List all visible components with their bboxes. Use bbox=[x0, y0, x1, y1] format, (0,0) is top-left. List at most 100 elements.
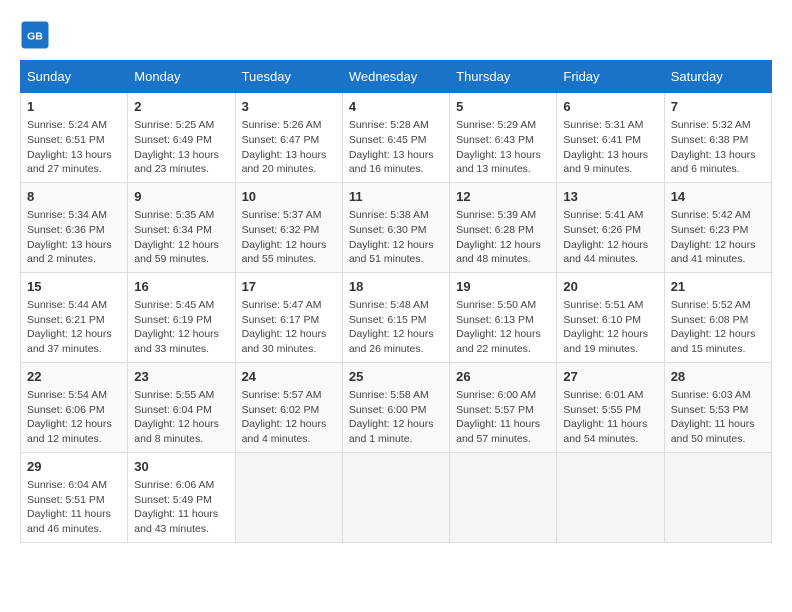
day-number: 8 bbox=[27, 188, 121, 206]
day-number: 27 bbox=[563, 368, 657, 386]
calendar-cell: 11 Sunrise: 5:38 AM Sunset: 6:30 PM Dayli… bbox=[342, 182, 449, 272]
day-number: 5 bbox=[456, 98, 550, 116]
day-number: 16 bbox=[134, 278, 228, 296]
calendar-week-4: 22 Sunrise: 5:54 AM Sunset: 6:06 PM Dayli… bbox=[21, 362, 772, 452]
calendar-week-2: 8 Sunrise: 5:34 AM Sunset: 6:36 PM Daylig… bbox=[21, 182, 772, 272]
day-number: 24 bbox=[242, 368, 336, 386]
logo: GB bbox=[20, 20, 54, 50]
day-info: Sunrise: 5:47 AM Sunset: 6:17 PM Dayligh… bbox=[242, 298, 336, 357]
day-number: 28 bbox=[671, 368, 765, 386]
calendar-week-5: 29Sunrise: 6:04 AM Sunset: 5:51 PM Dayli… bbox=[21, 452, 772, 542]
calendar-cell: 25 Sunrise: 5:58 AM Sunset: 6:00 PM Dayli… bbox=[342, 362, 449, 452]
day-info: Sunrise: 5:42 AM Sunset: 6:23 PM Dayligh… bbox=[671, 208, 765, 267]
calendar-cell: 5 Sunrise: 5:29 AM Sunset: 6:43 PM Daylig… bbox=[450, 93, 557, 183]
day-number: 23 bbox=[134, 368, 228, 386]
day-number: 3 bbox=[242, 98, 336, 116]
header-monday: Monday bbox=[128, 61, 235, 93]
calendar-week-3: 15 Sunrise: 5:44 AM Sunset: 6:21 PM Dayli… bbox=[21, 272, 772, 362]
calendar-cell: 22 Sunrise: 5:54 AM Sunset: 6:06 PM Dayli… bbox=[21, 362, 128, 452]
day-info: Sunrise: 5:37 AM Sunset: 6:32 PM Dayligh… bbox=[242, 208, 336, 267]
day-info: Sunrise: 5:32 AM Sunset: 6:38 PM Dayligh… bbox=[671, 118, 765, 177]
page-header: GB bbox=[20, 20, 772, 50]
day-number: 6 bbox=[563, 98, 657, 116]
day-number: 7 bbox=[671, 98, 765, 116]
svg-text:GB: GB bbox=[27, 31, 43, 43]
calendar-table: SundayMondayTuesdayWednesdayThursdayFrid… bbox=[20, 60, 772, 543]
day-info: Sunrise: 5:48 AM Sunset: 6:15 PM Dayligh… bbox=[349, 298, 443, 357]
day-info: Sunrise: 6:01 AM Sunset: 5:55 PM Dayligh… bbox=[563, 388, 657, 447]
day-number: 18 bbox=[349, 278, 443, 296]
day-info: Sunrise: 5:44 AM Sunset: 6:21 PM Dayligh… bbox=[27, 298, 121, 357]
day-number: 12 bbox=[456, 188, 550, 206]
day-number: 2 bbox=[134, 98, 228, 116]
calendar-cell: 28Sunrise: 6:03 AM Sunset: 5:53 PM Dayli… bbox=[664, 362, 771, 452]
calendar-header-row: SundayMondayTuesdayWednesdayThursdayFrid… bbox=[21, 61, 772, 93]
calendar-cell: 14 Sunrise: 5:42 AM Sunset: 6:23 PM Dayli… bbox=[664, 182, 771, 272]
calendar-cell: 15 Sunrise: 5:44 AM Sunset: 6:21 PM Dayli… bbox=[21, 272, 128, 362]
calendar-cell: 4 Sunrise: 5:28 AM Sunset: 6:45 PM Daylig… bbox=[342, 93, 449, 183]
calendar-cell: 24Sunrise: 5:57 AM Sunset: 6:02 PM Dayli… bbox=[235, 362, 342, 452]
day-info: Sunrise: 5:54 AM Sunset: 6:06 PM Dayligh… bbox=[27, 388, 121, 447]
calendar-cell: 27 Sunrise: 6:01 AM Sunset: 5:55 PM Dayli… bbox=[557, 362, 664, 452]
calendar-cell: 9 Sunrise: 5:35 AM Sunset: 6:34 PM Daylig… bbox=[128, 182, 235, 272]
day-info: Sunrise: 5:41 AM Sunset: 6:26 PM Dayligh… bbox=[563, 208, 657, 267]
calendar-cell: 17 Sunrise: 5:47 AM Sunset: 6:17 PM Dayli… bbox=[235, 272, 342, 362]
calendar-cell: 23 Sunrise: 5:55 AM Sunset: 6:04 PM Dayli… bbox=[128, 362, 235, 452]
logo-icon: GB bbox=[20, 20, 50, 50]
calendar-cell bbox=[557, 452, 664, 542]
calendar-cell: 3Sunrise: 5:26 AM Sunset: 6:47 PM Daylig… bbox=[235, 93, 342, 183]
day-info: Sunrise: 5:35 AM Sunset: 6:34 PM Dayligh… bbox=[134, 208, 228, 267]
day-info: Sunrise: 5:39 AM Sunset: 6:28 PM Dayligh… bbox=[456, 208, 550, 267]
header-friday: Friday bbox=[557, 61, 664, 93]
calendar-week-1: 1 Sunrise: 5:24 AM Sunset: 6:51 PM Daylig… bbox=[21, 93, 772, 183]
calendar-cell: 6 Sunrise: 5:31 AM Sunset: 6:41 PM Daylig… bbox=[557, 93, 664, 183]
day-info: Sunrise: 5:25 AM Sunset: 6:49 PM Dayligh… bbox=[134, 118, 228, 177]
day-number: 4 bbox=[349, 98, 443, 116]
day-number: 20 bbox=[563, 278, 657, 296]
calendar-cell: 16 Sunrise: 5:45 AM Sunset: 6:19 PM Dayli… bbox=[128, 272, 235, 362]
day-number: 10 bbox=[242, 188, 336, 206]
day-info: Sunrise: 5:29 AM Sunset: 6:43 PM Dayligh… bbox=[456, 118, 550, 177]
header-thursday: Thursday bbox=[450, 61, 557, 93]
header-sunday: Sunday bbox=[21, 61, 128, 93]
day-number: 22 bbox=[27, 368, 121, 386]
day-number: 1 bbox=[27, 98, 121, 116]
day-info: Sunrise: 5:28 AM Sunset: 6:45 PM Dayligh… bbox=[349, 118, 443, 177]
day-number: 13 bbox=[563, 188, 657, 206]
calendar-cell: 1 Sunrise: 5:24 AM Sunset: 6:51 PM Daylig… bbox=[21, 93, 128, 183]
day-number: 9 bbox=[134, 188, 228, 206]
day-number: 15 bbox=[27, 278, 121, 296]
day-number: 21 bbox=[671, 278, 765, 296]
calendar-cell bbox=[450, 452, 557, 542]
day-number: 19 bbox=[456, 278, 550, 296]
calendar-cell: 26 Sunrise: 6:00 AM Sunset: 5:57 PM Dayli… bbox=[450, 362, 557, 452]
header-saturday: Saturday bbox=[664, 61, 771, 93]
day-number: 25 bbox=[349, 368, 443, 386]
header-tuesday: Tuesday bbox=[235, 61, 342, 93]
day-info: Sunrise: 5:52 AM Sunset: 6:08 PM Dayligh… bbox=[671, 298, 765, 357]
day-info: Sunrise: 5:24 AM Sunset: 6:51 PM Dayligh… bbox=[27, 118, 121, 177]
day-number: 14 bbox=[671, 188, 765, 206]
day-info: Sunrise: 5:55 AM Sunset: 6:04 PM Dayligh… bbox=[134, 388, 228, 447]
day-number: 11 bbox=[349, 188, 443, 206]
day-info: Sunrise: 5:50 AM Sunset: 6:13 PM Dayligh… bbox=[456, 298, 550, 357]
calendar-cell: 13 Sunrise: 5:41 AM Sunset: 6:26 PM Dayli… bbox=[557, 182, 664, 272]
calendar-cell: 10 Sunrise: 5:37 AM Sunset: 6:32 PM Dayli… bbox=[235, 182, 342, 272]
calendar-cell: 30Sunrise: 6:06 AM Sunset: 5:49 PM Dayli… bbox=[128, 452, 235, 542]
day-info: Sunrise: 6:04 AM Sunset: 5:51 PM Dayligh… bbox=[27, 478, 121, 537]
day-number: 17 bbox=[242, 278, 336, 296]
calendar-cell: 8 Sunrise: 5:34 AM Sunset: 6:36 PM Daylig… bbox=[21, 182, 128, 272]
calendar-cell: 2 Sunrise: 5:25 AM Sunset: 6:49 PM Daylig… bbox=[128, 93, 235, 183]
day-info: Sunrise: 5:34 AM Sunset: 6:36 PM Dayligh… bbox=[27, 208, 121, 267]
day-number: 26 bbox=[456, 368, 550, 386]
calendar-cell: 18 Sunrise: 5:48 AM Sunset: 6:15 PM Dayli… bbox=[342, 272, 449, 362]
day-info: Sunrise: 5:58 AM Sunset: 6:00 PM Dayligh… bbox=[349, 388, 443, 447]
day-info: Sunrise: 6:00 AM Sunset: 5:57 PM Dayligh… bbox=[456, 388, 550, 447]
day-info: Sunrise: 5:38 AM Sunset: 6:30 PM Dayligh… bbox=[349, 208, 443, 267]
calendar-cell bbox=[664, 452, 771, 542]
calendar-cell: 21 Sunrise: 5:52 AM Sunset: 6:08 PM Dayli… bbox=[664, 272, 771, 362]
day-info: Sunrise: 5:45 AM Sunset: 6:19 PM Dayligh… bbox=[134, 298, 228, 357]
calendar-cell: 29Sunrise: 6:04 AM Sunset: 5:51 PM Dayli… bbox=[21, 452, 128, 542]
day-info: Sunrise: 5:31 AM Sunset: 6:41 PM Dayligh… bbox=[563, 118, 657, 177]
calendar-cell bbox=[235, 452, 342, 542]
